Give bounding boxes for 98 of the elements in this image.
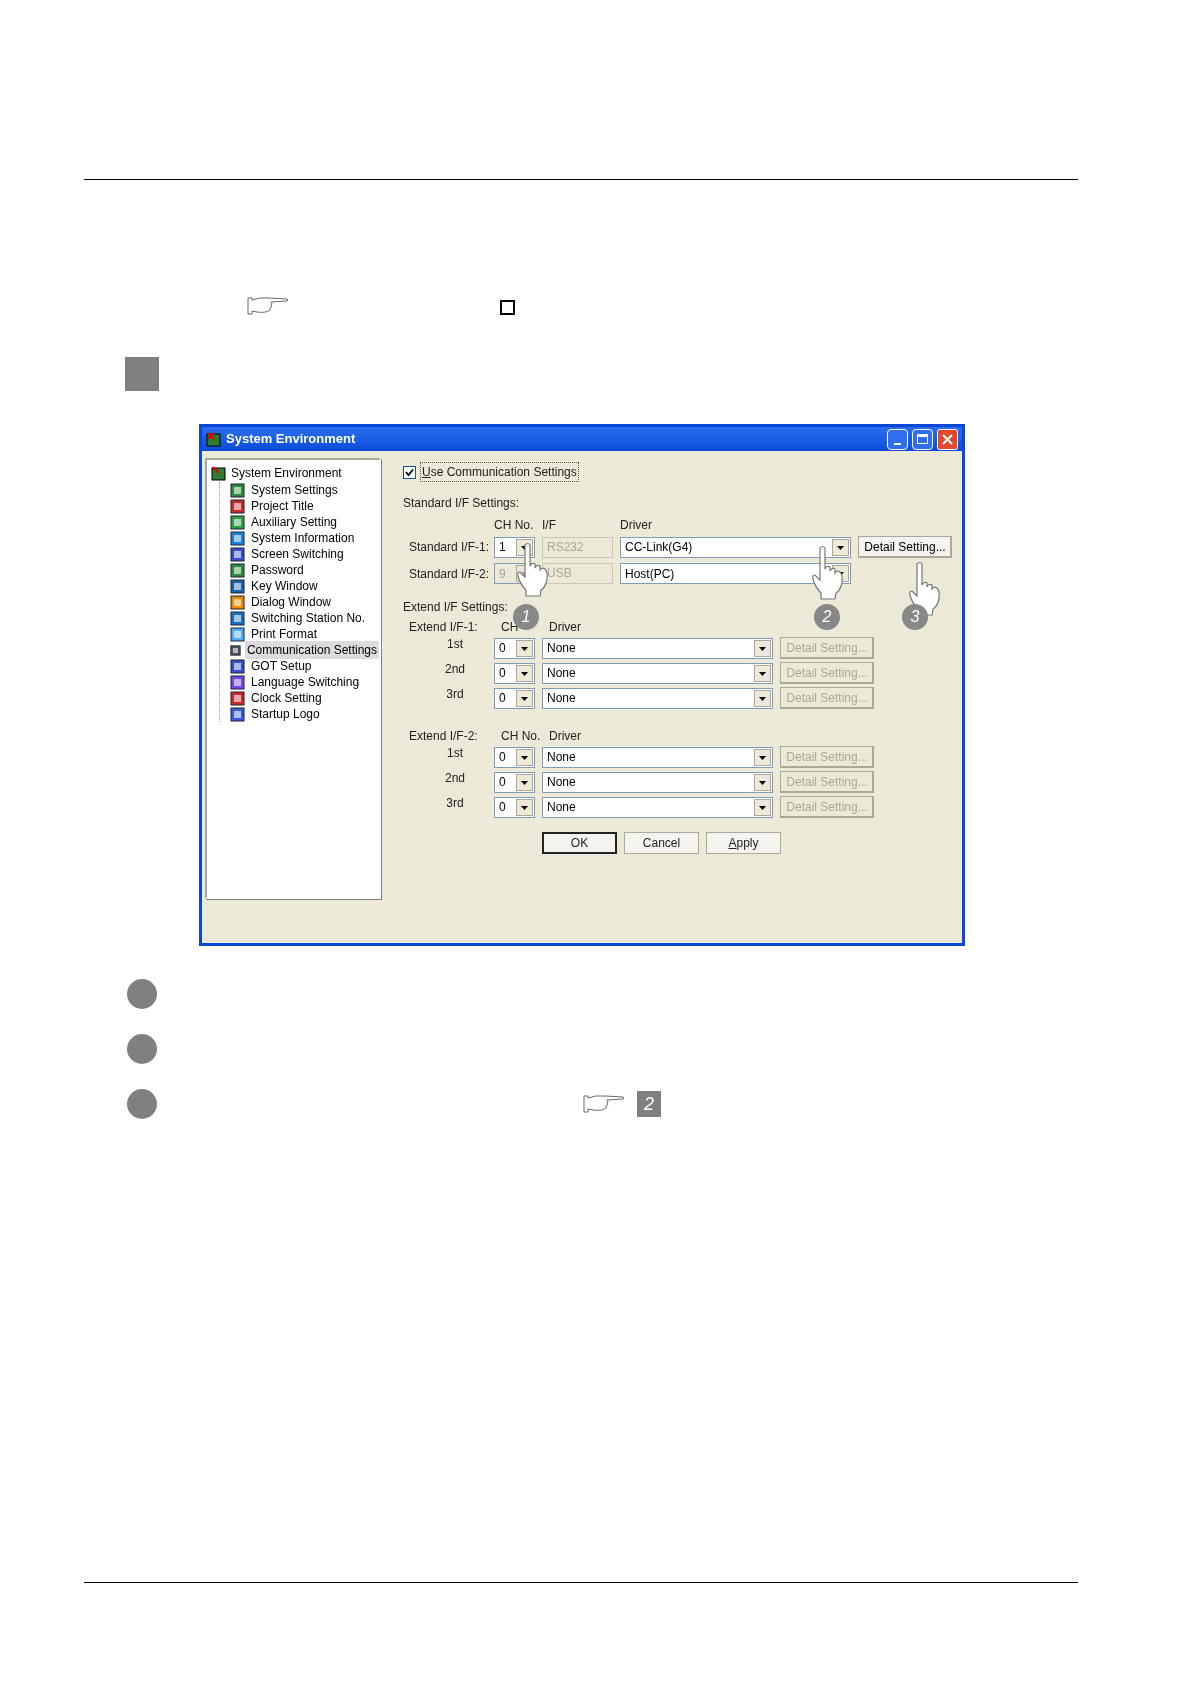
row-label: Standard I/F-1: — [408, 539, 487, 556]
dialog-button[interactable]: Apply — [706, 832, 781, 854]
pointing-hand-icon — [583, 1094, 625, 1114]
app-icon — [206, 431, 222, 447]
caret-icon — [754, 748, 771, 766]
close-button[interactable] — [937, 428, 958, 450]
section-title: Standard I/F Settings: — [403, 495, 521, 512]
maximize-button[interactable] — [912, 428, 933, 450]
channel-dropdown[interactable]: 0 — [494, 687, 535, 709]
item-icon — [230, 706, 245, 722]
channel-dropdown[interactable]: 0 — [494, 662, 535, 684]
driver-dropdown[interactable]: CC-Link(G4) — [620, 536, 851, 558]
row-label: 3rd — [445, 686, 465, 703]
tree-item[interactable]: Screen Switching — [249, 545, 346, 563]
caret-icon — [754, 639, 771, 657]
dialog-button[interactable]: Cancel — [624, 832, 699, 854]
item-icon — [230, 658, 245, 674]
caret-icon — [516, 748, 533, 766]
interface-field: USB — [542, 563, 613, 584]
driver-dropdown[interactable]: None — [542, 687, 773, 709]
caret-icon — [754, 689, 771, 707]
dialog-button[interactable]: OK — [542, 832, 617, 854]
item-icon — [230, 546, 245, 562]
tree-item[interactable]: Project Title — [249, 497, 316, 515]
column-header: CH No. — [494, 517, 535, 531]
driver-dropdown[interactable]: Host(PC) — [620, 563, 851, 584]
driver-dropdown[interactable]: None — [542, 746, 773, 768]
tree-item[interactable]: Dialog Window — [249, 593, 334, 611]
item-icon — [230, 690, 245, 706]
row-label: 1st — [446, 636, 464, 653]
item-icon — [230, 578, 245, 594]
item-icon — [230, 626, 245, 642]
tree-item[interactable]: Communication Settings — [244, 641, 379, 659]
caret-icon — [516, 639, 533, 657]
tree-item[interactable]: System Settings — [249, 481, 340, 499]
caret-icon — [754, 664, 771, 682]
tree-item[interactable]: Clock Setting — [249, 689, 324, 707]
checkbox[interactable] — [403, 465, 416, 479]
row-label: 1st — [446, 745, 464, 762]
caret-icon — [516, 773, 533, 791]
group-label: Extend I/F-2: — [408, 728, 479, 743]
detail-setting-button[interactable]: Detail Setting... — [858, 536, 952, 558]
driver-dropdown[interactable]: None — [542, 796, 773, 818]
item-icon — [230, 482, 245, 498]
column-header: I/F — [542, 517, 557, 531]
reference-badge: 2 — [637, 1091, 661, 1117]
check-icon — [405, 467, 414, 477]
caret-icon — [754, 773, 771, 791]
row-label: 2nd — [444, 770, 466, 787]
caret-icon — [516, 798, 533, 816]
tree-item[interactable]: GOT Setup — [249, 657, 314, 675]
interface-field: RS232 — [542, 536, 613, 558]
driver-dropdown[interactable]: None — [542, 771, 773, 793]
callout-number: 2 — [814, 604, 840, 630]
channel-dropdown[interactable]: 0 — [494, 637, 535, 659]
row-label: Standard I/F-2: — [408, 565, 487, 583]
item-icon — [230, 514, 245, 530]
square-symbol — [500, 300, 515, 315]
step-marker — [125, 357, 159, 391]
item-icon — [230, 562, 245, 578]
driver-dropdown[interactable]: None — [542, 662, 773, 684]
hand-cursor-icon — [516, 542, 550, 598]
tree-item[interactable]: Password — [249, 561, 306, 579]
item-icon — [230, 642, 241, 658]
driver-dropdown[interactable]: None — [542, 637, 773, 659]
hand-cursor-icon — [811, 545, 845, 601]
item-icon — [230, 674, 245, 690]
column-header: Driver — [549, 619, 581, 634]
channel-dropdown[interactable]: 0 — [494, 746, 535, 768]
row-label: 2nd — [444, 661, 466, 678]
item-icon — [230, 498, 245, 514]
tree-item[interactable]: Startup Logo — [249, 705, 322, 723]
tree-item[interactable]: Switching Station No. — [249, 609, 368, 627]
column-header: CH No. — [501, 728, 542, 743]
column-header: Driver — [549, 728, 581, 743]
group-label: Extend I/F-1: — [408, 619, 479, 634]
window-title: System Environment — [226, 430, 357, 449]
pointing-hand-icon — [247, 296, 289, 316]
tree-item[interactable]: Key Window — [249, 577, 320, 595]
tree-item[interactable]: System Information — [249, 529, 357, 547]
caret-icon — [832, 538, 849, 556]
item-icon — [230, 594, 245, 610]
caret-icon — [516, 689, 533, 707]
tree-item[interactable]: Language Switching — [249, 673, 362, 691]
tree-item[interactable]: Print Format — [249, 625, 319, 643]
callout-number: 3 — [902, 604, 928, 630]
channel-dropdown[interactable]: 0 — [494, 796, 535, 818]
item-icon — [230, 610, 245, 626]
caret-icon — [754, 798, 771, 816]
channel-dropdown[interactable]: 0 — [494, 771, 535, 793]
minimize-button[interactable] — [887, 428, 908, 450]
row-label: 3rd — [445, 795, 465, 812]
column-header: Driver — [620, 517, 652, 531]
tree-item[interactable]: Auxiliary Setting — [249, 513, 340, 531]
checkbox-label[interactable]: Use Communication Settings — [420, 462, 579, 482]
item-icon — [230, 530, 245, 546]
caret-icon — [516, 664, 533, 682]
tree-item[interactable]: System Environment — [231, 464, 342, 482]
